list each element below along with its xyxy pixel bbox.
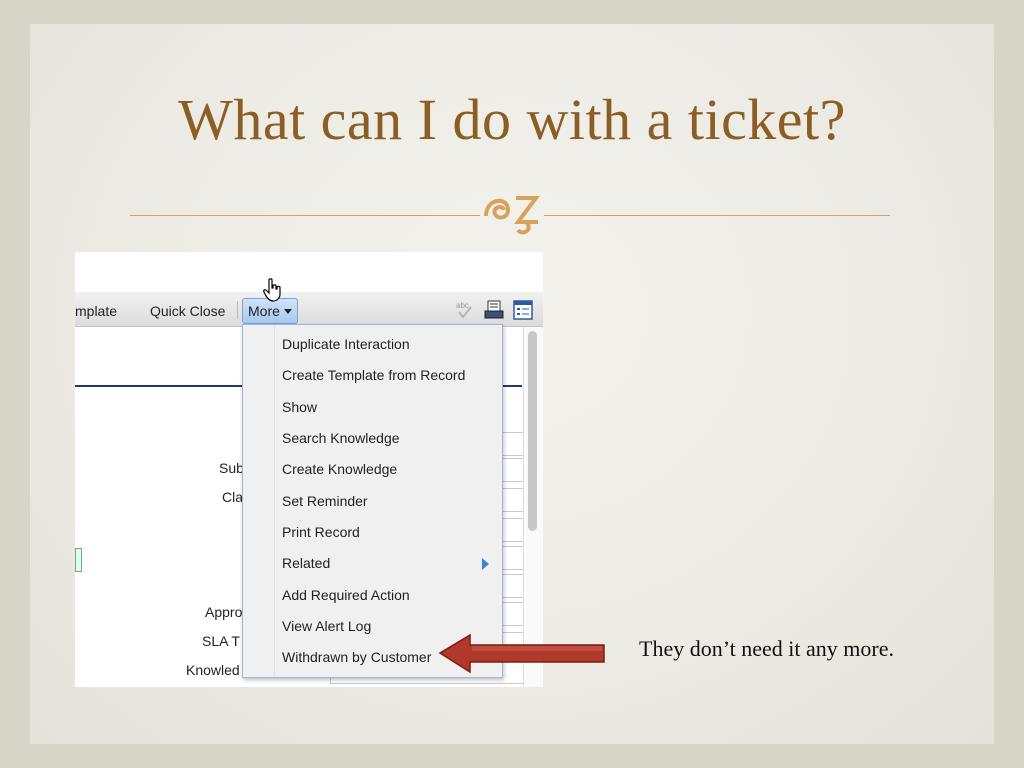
sla-label: SLA T xyxy=(202,633,240,649)
form-view-icon[interactable] xyxy=(512,299,534,321)
menu-item-search-knowledge[interactable]: Search Knowledge xyxy=(282,430,400,446)
submenu-arrow-icon xyxy=(482,558,489,570)
menu-item-related[interactable]: Related xyxy=(282,555,330,571)
chevron-down-icon xyxy=(284,309,292,314)
scrollbar-thumb[interactable] xyxy=(528,331,537,531)
subject-label: Sub xyxy=(219,460,244,476)
menu-gutter xyxy=(274,325,275,677)
quick-close-button[interactable]: Quick Close xyxy=(150,303,225,319)
toolbar-separator xyxy=(237,301,238,319)
menu-item-set-reminder[interactable]: Set Reminder xyxy=(282,493,368,509)
screenshot-panel: mplate Quick Close More abc Sub Cla Appr… xyxy=(75,252,543,687)
hand-cursor-icon xyxy=(263,278,281,302)
slide-note: They don’t need it any more. xyxy=(639,636,894,661)
title-rule-right xyxy=(544,215,890,216)
menu-item-view-alert-log[interactable]: View Alert Log xyxy=(282,618,371,634)
menu-item-print-record[interactable]: Print Record xyxy=(282,524,360,540)
menu-item-withdrawn-by-customer[interactable]: Withdrawn by Customer xyxy=(282,649,431,665)
side-tab xyxy=(75,548,82,572)
template-button[interactable]: mplate xyxy=(75,303,117,319)
svg-text:abc: abc xyxy=(456,301,469,310)
more-button-label: More xyxy=(248,303,280,319)
menu-item-create-knowledge[interactable]: Create Knowledge xyxy=(282,461,397,477)
toolbar: mplate Quick Close More abc xyxy=(75,292,543,327)
menu-item-add-required-action[interactable]: Add Required Action xyxy=(282,587,410,603)
more-dropdown-menu: Duplicate Interaction Create Template fr… xyxy=(242,324,503,678)
menu-item-show[interactable]: Show xyxy=(282,399,317,415)
class-label: Cla xyxy=(222,489,244,505)
knowledge-label: Knowled xyxy=(186,662,240,678)
pointer-arrow-icon xyxy=(438,633,605,674)
menu-item-duplicate-interaction[interactable]: Duplicate Interaction xyxy=(282,336,410,352)
slide-title: What can I do with a ticket? xyxy=(178,87,846,152)
menu-item-create-template[interactable]: Create Template from Record xyxy=(282,367,465,383)
ornament-icon xyxy=(484,196,540,235)
approval-label: Appro xyxy=(205,604,243,620)
title-rule-left xyxy=(130,215,480,216)
print-icon[interactable] xyxy=(483,299,505,321)
spellcheck-icon[interactable]: abc xyxy=(453,299,477,321)
